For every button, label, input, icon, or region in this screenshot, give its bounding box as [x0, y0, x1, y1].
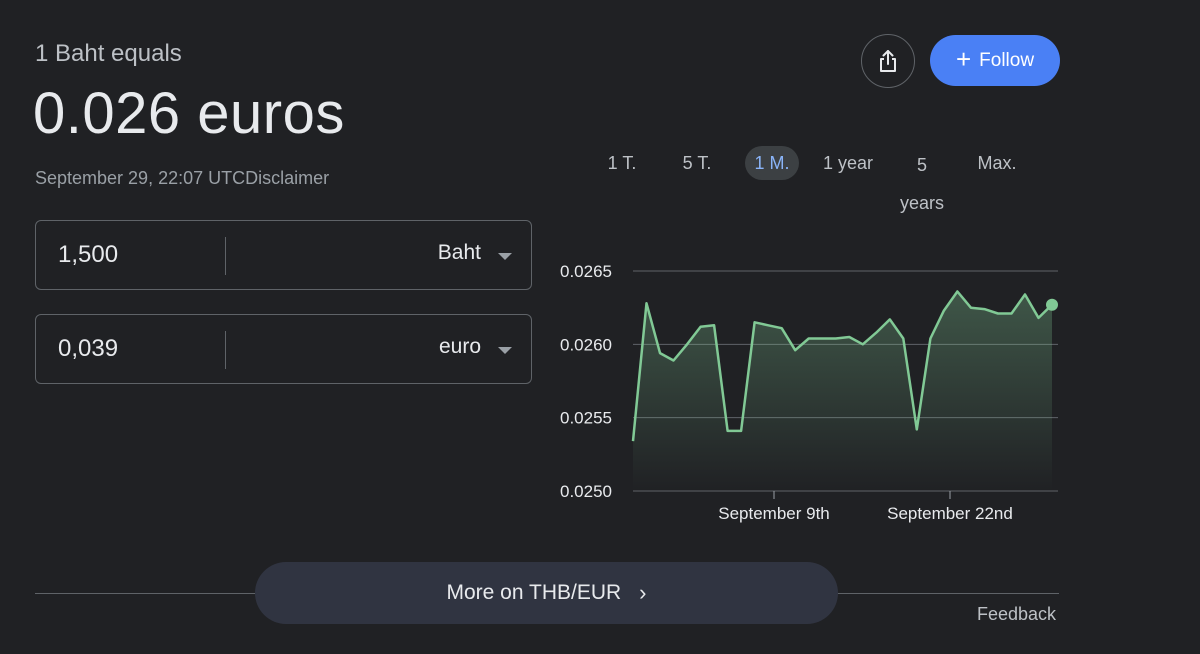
equals-label: 1 Baht equals [35, 40, 182, 67]
chevron-down-icon[interactable] [498, 253, 512, 260]
tab-1-day[interactable]: 1 T. [598, 146, 646, 180]
rate-headline: 0.026 euros [33, 81, 345, 146]
tab-5-days[interactable]: 5 T. [672, 146, 722, 180]
to-converter: 0,039 euro [35, 314, 532, 384]
share-button[interactable] [861, 34, 915, 88]
plus-icon: + [955, 44, 972, 74]
share-icon [880, 50, 896, 72]
chevron-right-icon: › [639, 580, 647, 605]
y-tick-label: 0.0255 [560, 409, 612, 428]
more-on-pair-button[interactable]: More on THB/EUR › [255, 562, 838, 624]
timestamp: September 29, 22:07 UTCDisclaimer [35, 168, 329, 189]
rate-area-fill [633, 291, 1052, 491]
from-currency-select[interactable]: Baht [438, 241, 481, 265]
timestamp-text: September 29, 22:07 UTC [35, 168, 246, 188]
follow-label: Follow [979, 49, 1035, 71]
from-amount-input[interactable]: 1,500 [58, 241, 118, 269]
exchange-rate-chart: 0.02650.02600.02550.0250 September 9th Se… [560, 262, 1058, 523]
y-tick-label: 0.0260 [560, 335, 612, 354]
y-tick-label: 0.0250 [560, 482, 612, 501]
follow-button[interactable]: + Follow [930, 35, 1060, 86]
chevron-down-icon[interactable] [498, 347, 512, 354]
x-axis-ticks: September 9th September 22nd [718, 491, 1013, 523]
from-converter: 1,500 Baht [35, 220, 532, 290]
more-on-pair-label: More on THB/EUR [446, 581, 622, 604]
tab-5-years-line2: years [899, 193, 944, 213]
latest-rate-point [1046, 298, 1058, 311]
y-axis-labels: 0.0265 0.0260 0.0255 0.0250 [560, 262, 612, 501]
to-amount-input[interactable]: 0,039 [58, 335, 118, 363]
field-divider [225, 331, 226, 369]
tab-1-month[interactable]: 1 M. [745, 146, 799, 180]
tab-max[interactable]: Max. [968, 146, 1026, 180]
x-tick-label: September 9th [718, 504, 830, 523]
tab-1-year[interactable]: 1 year [814, 146, 882, 180]
to-currency-select[interactable]: euro [439, 335, 481, 359]
tab-5-years[interactable]: 5 years [893, 146, 951, 222]
tab-5-years-line1: 5 [916, 155, 927, 175]
field-divider [225, 237, 226, 275]
x-tick-label: September 22nd [887, 504, 1013, 523]
y-tick-label: 0.0265 [560, 262, 612, 281]
feedback-link[interactable]: Feedback [977, 604, 1056, 625]
disclaimer-link[interactable]: Disclaimer [245, 168, 329, 188]
